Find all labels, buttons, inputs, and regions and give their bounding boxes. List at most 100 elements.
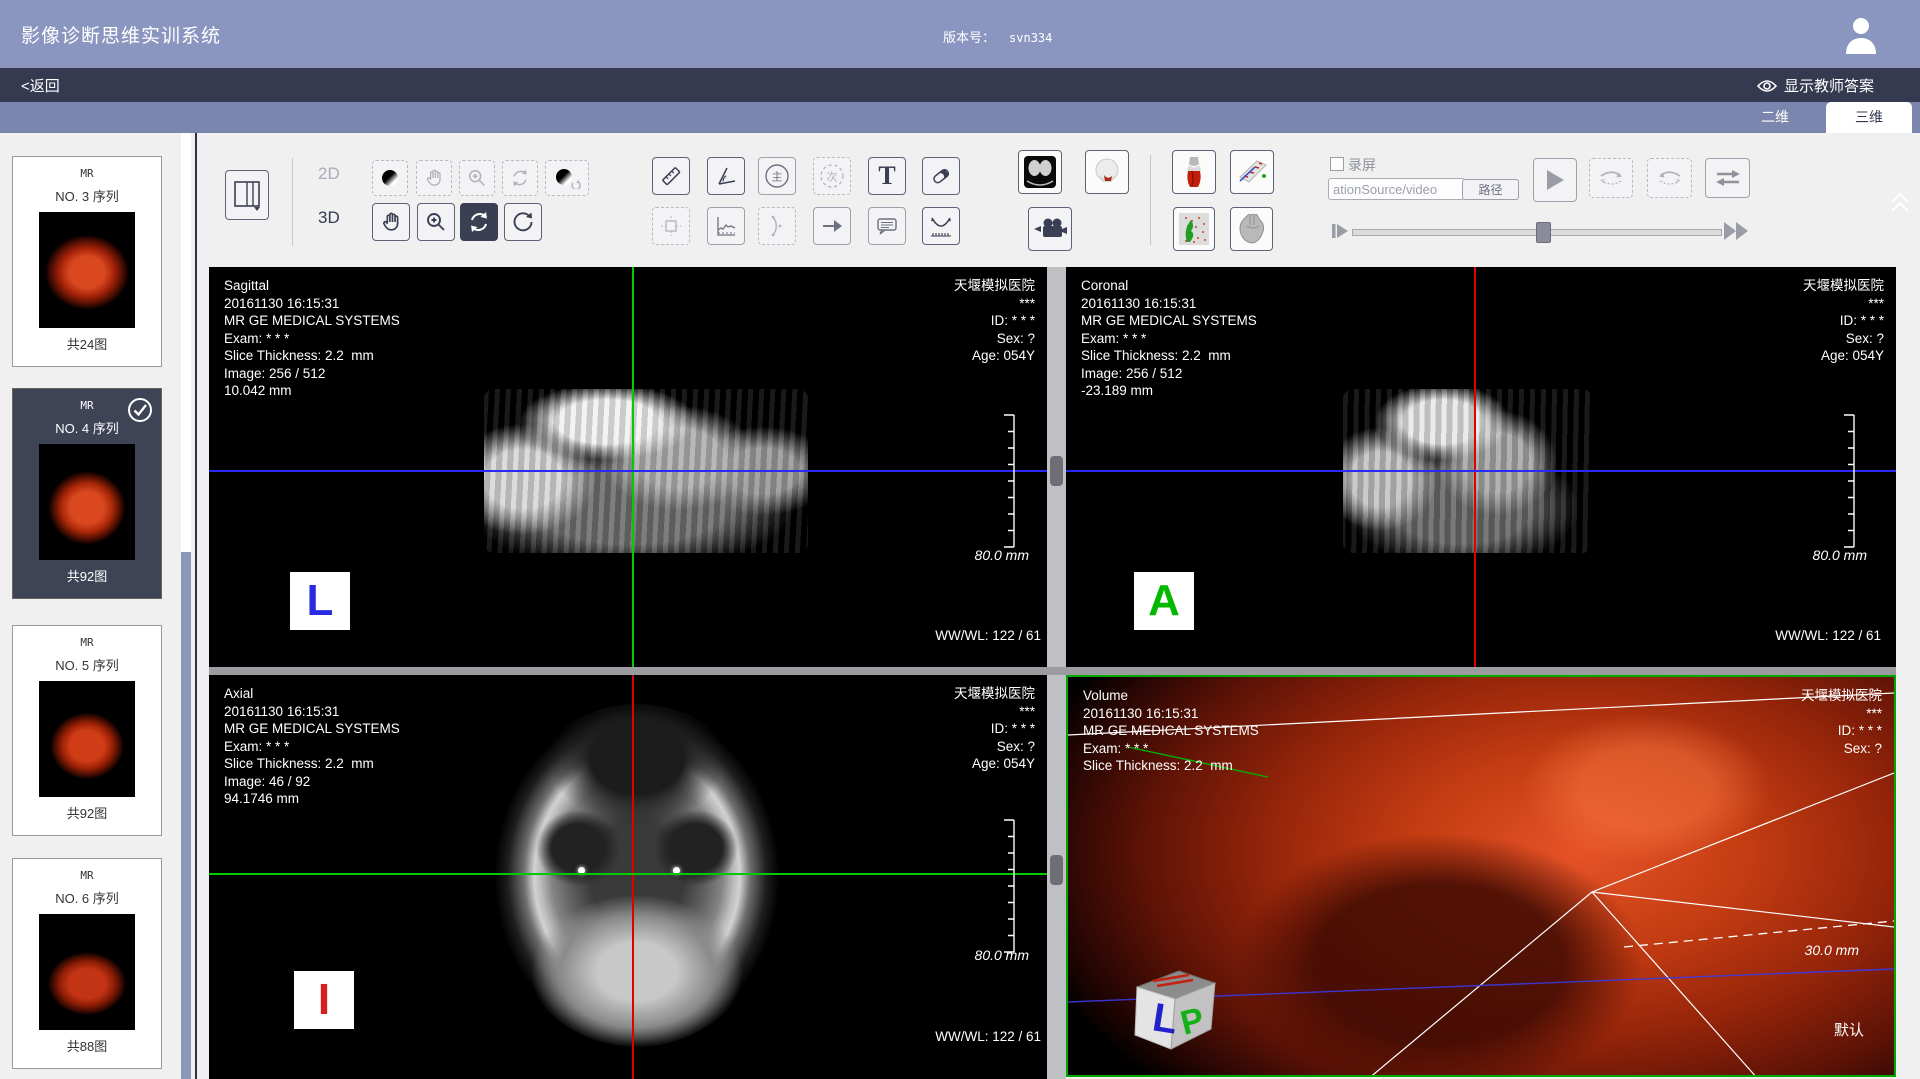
sagittal-crosshair-vertical-green[interactable] — [632, 267, 634, 667]
curve-ruler-icon — [928, 213, 954, 239]
slice-scroll-handle-bottom[interactable] — [1050, 855, 1063, 885]
axial-crosshair-vertical-red[interactable] — [632, 675, 634, 1079]
back-button[interactable]: <返回 — [21, 75, 60, 96]
series-name: NO. 5 序列 — [13, 655, 161, 674]
ruler-measure-button[interactable] — [652, 157, 690, 195]
axial-ct-preset-button[interactable] — [1018, 150, 1062, 194]
viewport-coronal[interactable]: Coronal20161130 16:15:31MR GE MEDICAL SY… — [1066, 267, 1896, 667]
version-info: 版本号：svn334 — [943, 27, 1052, 46]
svg-text:次: 次 — [827, 170, 838, 184]
collapse-toolbar-chevron[interactable] — [1888, 190, 1912, 216]
text-annotation-button[interactable]: T — [868, 157, 906, 195]
segmentation-preset-button[interactable] — [1173, 207, 1215, 251]
rotate-3d-button-selected[interactable] — [460, 203, 498, 241]
zoom-3d-button[interactable] — [417, 203, 455, 241]
wl-2d-button[interactable] — [372, 160, 408, 196]
loop-backward-icon — [1657, 168, 1683, 188]
zoom-in-icon — [425, 211, 447, 233]
loop-forward-button[interactable] — [1589, 158, 1633, 198]
joint-preset-button[interactable] — [1172, 150, 1216, 194]
record-screen-checkbox[interactable] — [1330, 157, 1344, 171]
tab-2d[interactable]: 二维 — [1740, 102, 1810, 133]
series-thumbnail — [39, 914, 135, 1030]
main-circle-icon: 主 — [763, 162, 791, 190]
user-avatar-icon[interactable] — [1843, 14, 1879, 54]
export-video-button[interactable] — [1028, 207, 1072, 251]
tab-3d[interactable]: 三维 — [1826, 102, 1912, 133]
coronal-patient-overlay: 天堰模拟医院***ID: * * *Sex: ?Age: 054Y — [1803, 277, 1884, 365]
orientation-cube[interactable]: L P — [1129, 955, 1221, 1053]
play-button[interactable] — [1533, 158, 1577, 202]
window-level-reset-icon — [553, 167, 581, 189]
zoom-2d-button[interactable] — [459, 160, 495, 196]
main-sequence-button[interactable]: 主 — [758, 157, 796, 195]
mode-3d-label: 3D — [318, 208, 340, 228]
layout-grid-icon — [232, 178, 262, 212]
frame-slider-thumb[interactable] — [1536, 222, 1551, 243]
pan-2d-button[interactable] — [416, 160, 452, 196]
coronal-scale-label: 80.0 mm — [1813, 547, 1867, 563]
toolbar-divider — [1150, 155, 1151, 245]
swap-direction-button[interactable] — [1705, 158, 1750, 198]
path-button[interactable]: 路径 — [1462, 179, 1519, 200]
secondary-sequence-button[interactable]: 次 — [813, 157, 851, 195]
arrow-annotation-button[interactable] — [813, 207, 851, 245]
series-count: 共24图 — [13, 334, 161, 353]
axial-scale-label: 80.0 mm — [975, 947, 1029, 963]
comment-annotation-button[interactable] — [868, 207, 906, 245]
arrow-right-icon — [820, 214, 844, 238]
angle-measure-button[interactable] — [707, 157, 745, 195]
series-count: 共92图 — [13, 566, 161, 585]
arc-curve-icon — [765, 214, 789, 238]
roi-box-button[interactable] — [652, 207, 690, 245]
series-modality: MR — [13, 869, 161, 882]
heart-preset-button-disabled[interactable] — [1230, 207, 1273, 251]
layout-selector-button[interactable] — [225, 170, 269, 220]
slice-scroll-handle-top[interactable] — [1050, 456, 1063, 486]
pan-3d-button[interactable] — [372, 203, 410, 241]
sidebar-divider — [195, 133, 197, 1079]
sagittal-crosshair-horizontal-blue[interactable] — [209, 470, 1047, 472]
slab-preset-button[interactable] — [1230, 150, 1274, 194]
go-to-start-icon[interactable] — [1330, 221, 1350, 241]
viewport-axial[interactable]: Axial20161130 16:15:31MR GE MEDICAL SYST… — [209, 675, 1047, 1079]
video-path-input[interactable] — [1328, 178, 1465, 200]
series-count: 共92图 — [13, 803, 161, 822]
skull-3d-icon — [1090, 155, 1124, 189]
show-teacher-answer-label: 显示教师答案 — [1784, 75, 1874, 96]
toolbar-divider — [292, 158, 293, 246]
sidebar-scrollbar-thumb[interactable] — [181, 552, 191, 1079]
series-card-no3[interactable]: MR NO. 3 序列 共24图 — [12, 156, 162, 367]
skull-volume-preset-button[interactable] — [1085, 150, 1129, 194]
show-teacher-answer-button[interactable]: 显示教师答案 — [1757, 75, 1874, 96]
volume-preset-label[interactable]: 默认 — [1834, 1019, 1864, 1040]
zoom-in-icon — [467, 168, 487, 188]
coronal-crosshair-vertical-red[interactable] — [1474, 267, 1476, 667]
coronal-info-overlay: Coronal20161130 16:15:31MR GE MEDICAL SY… — [1081, 277, 1257, 400]
series-card-no4-selected[interactable]: MR NO. 4 序列 共92图 — [12, 388, 162, 599]
video-camera-icon — [1033, 216, 1067, 242]
series-card-no5[interactable]: MR NO. 5 序列 共92图 — [12, 625, 162, 836]
viewport-volume-selected[interactable]: Volume20161130 16:15:31MR GE MEDICAL SYS… — [1066, 675, 1896, 1077]
fast-forward-icon[interactable] — [1722, 220, 1752, 242]
application-window: 影像诊断思维实训系统 版本号：svn334 <返回 显示教师答案 二维 三维 M… — [0, 0, 1920, 1079]
axial-crosshair-horizontal-green[interactable] — [209, 873, 1047, 875]
version-value: svn334 — [1009, 31, 1052, 45]
window-level-icon — [380, 168, 400, 188]
view-mode-tabstrip: 二维 三维 — [0, 102, 1920, 133]
secondary-circle-icon: 次 — [818, 162, 846, 190]
refresh-icon — [511, 210, 535, 234]
wl-reset-2d-button[interactable] — [545, 160, 589, 196]
histogram-curve-button[interactable] — [707, 207, 745, 245]
viewport-sagittal[interactable]: Sagittal20161130 16:15:31MR GE MEDICAL S… — [209, 267, 1047, 667]
viewport-row-divider — [209, 667, 1896, 675]
curve-ruler-button[interactable] — [922, 207, 960, 245]
curve-draw-button[interactable] — [758, 207, 796, 245]
rotate-2d-button[interactable] — [502, 160, 538, 196]
coronal-crosshair-horizontal-blue[interactable] — [1066, 470, 1896, 472]
loop-backward-button[interactable] — [1647, 158, 1692, 198]
eraser-button[interactable] — [922, 157, 960, 195]
series-card-no6[interactable]: MR NO. 6 序列 共88图 — [12, 858, 162, 1069]
sub-navbar: <返回 显示教师答案 — [0, 68, 1920, 102]
reset-view-3d-button[interactable] — [504, 203, 542, 241]
